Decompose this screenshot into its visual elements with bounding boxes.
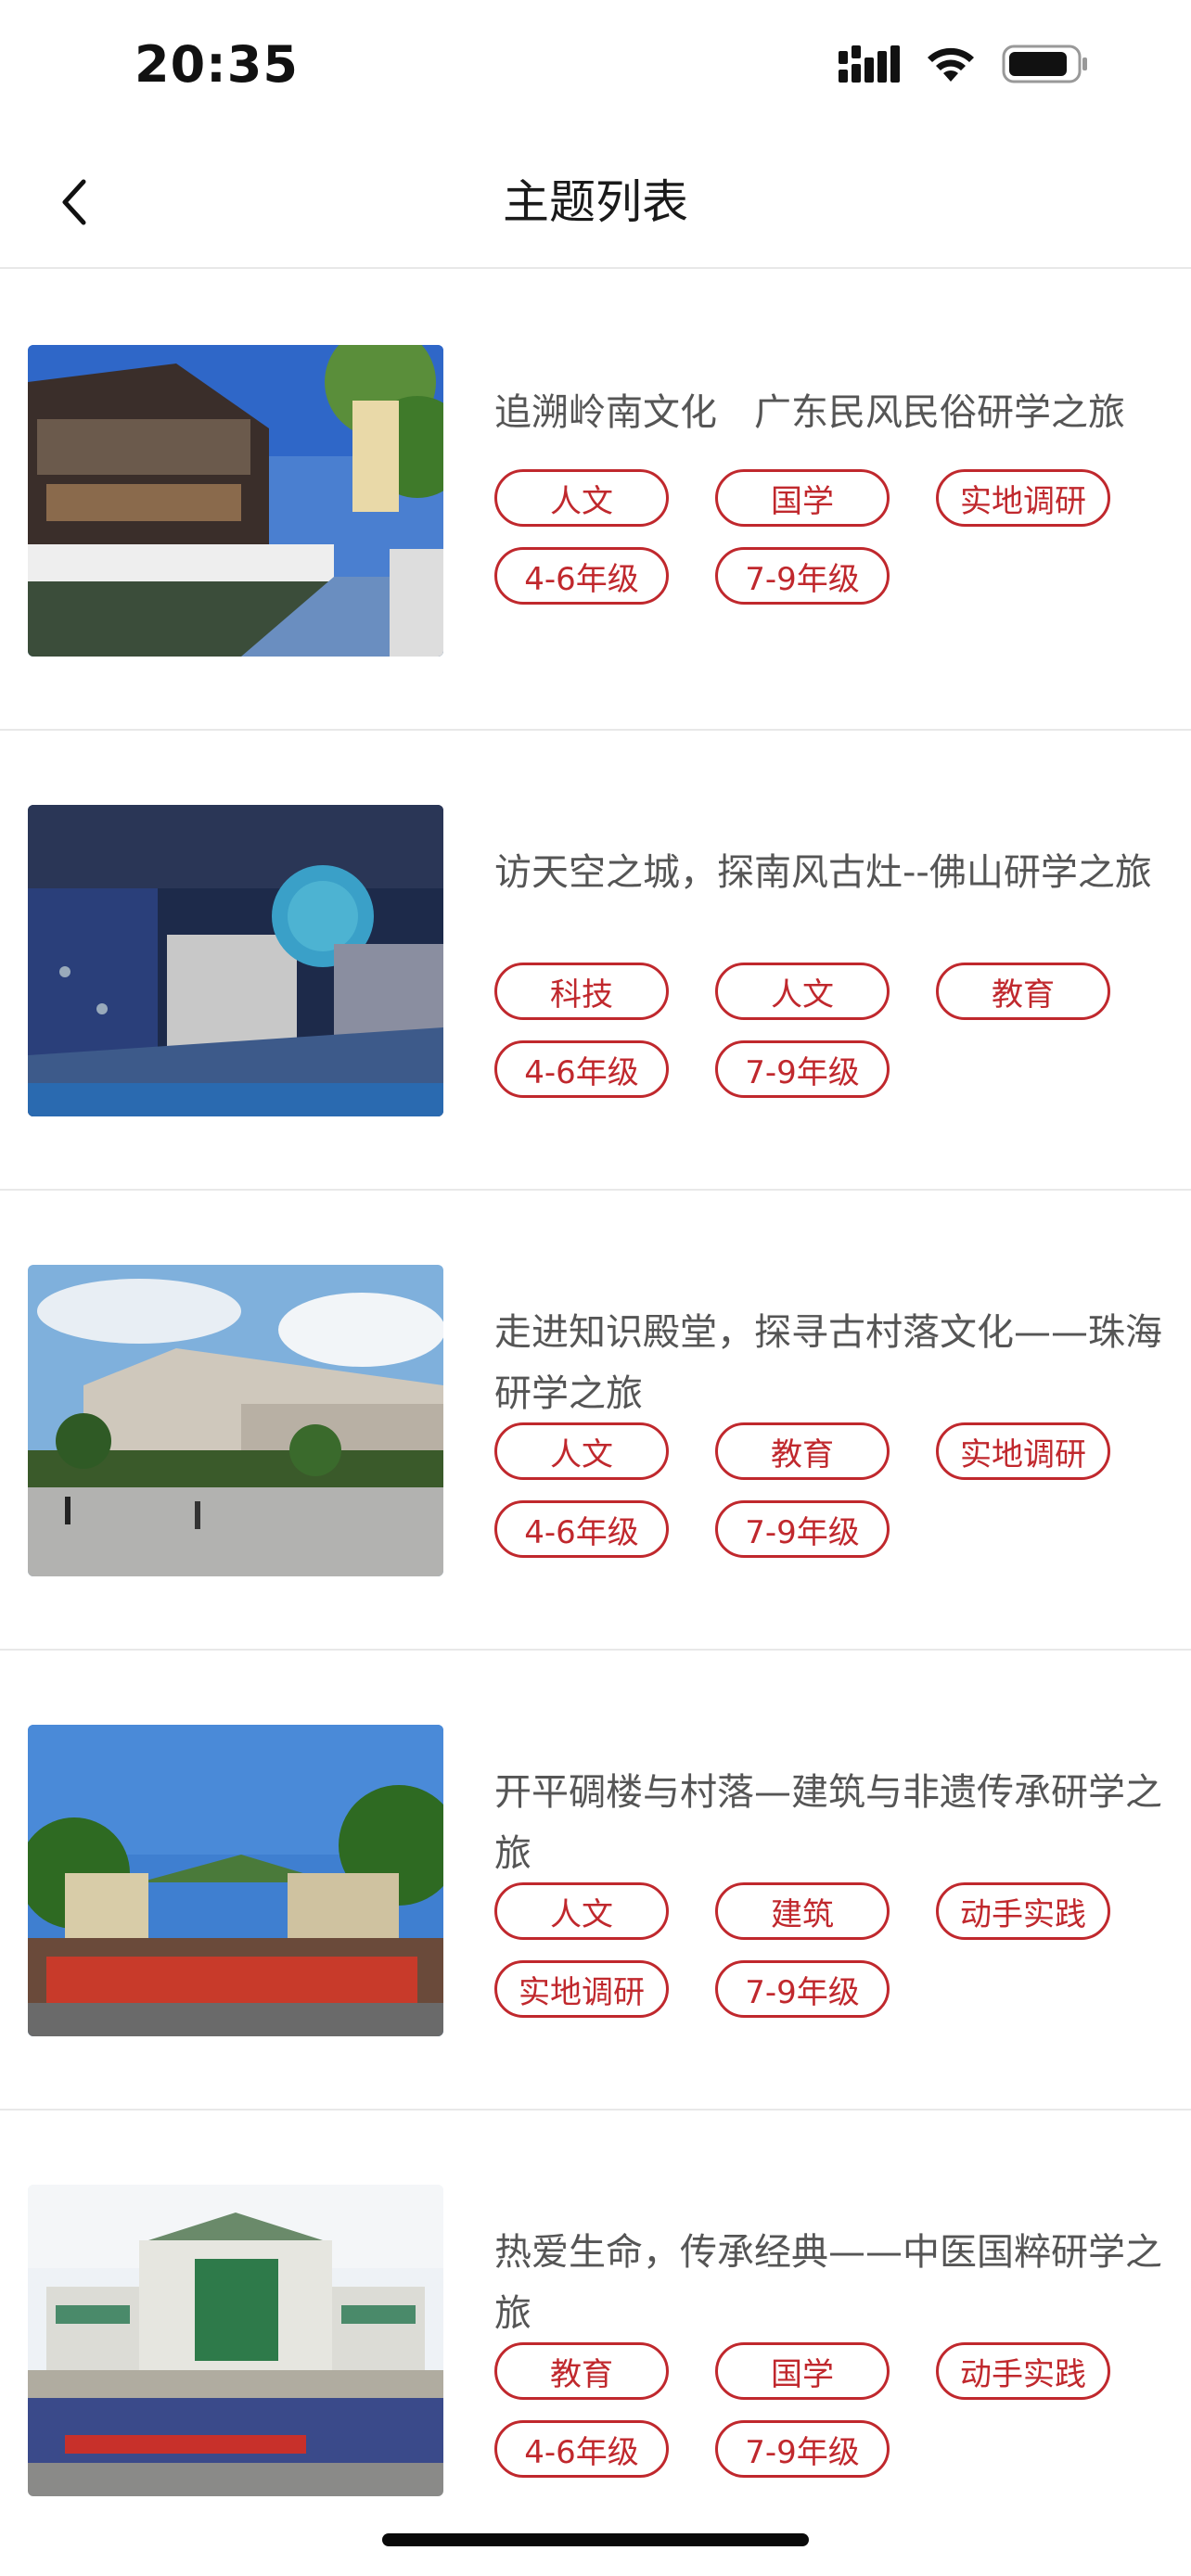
topic-title: 开平碉楼与村落—建筑与非遗传承研学之旅 [494, 1771, 1162, 1875]
wifi-icon [928, 47, 974, 82]
tag[interactable]: 4-6年级 [494, 547, 669, 605]
tag[interactable]: 国学 [715, 2342, 890, 2400]
tag[interactable]: 4-6年级 [494, 1500, 669, 1558]
tag[interactable]: 国学 [715, 469, 890, 527]
topic-card[interactable]: 追溯岭南文化 广东民风民俗研学之旅 人文 国学 实地调研 4-6年级 7-9年级 [0, 271, 1191, 731]
battery-icon [1002, 45, 1087, 83]
tag[interactable]: 实地调研 [936, 1422, 1110, 1480]
tag[interactable]: 7-9年级 [715, 1960, 890, 2018]
tag[interactable]: 人文 [494, 1882, 669, 1940]
topic-title: 走进知识殿堂，探寻古村落文化——珠海研学之旅 [494, 1311, 1162, 1415]
topic-title: 追溯岭南文化 广东民风民俗研学之旅 [494, 391, 1125, 434]
tag-list: 教育 国学 动手实践 4-6年级 7-9年级 [494, 2342, 1144, 2478]
navigation-bar: 主题列表 [0, 139, 1191, 269]
topic-card[interactable]: 访天空之城，探南风古灶--佛山研学之旅 科技 人文 教育 4-6年级 7-9年级 [0, 731, 1191, 1191]
tag[interactable]: 7-9年级 [715, 1040, 890, 1098]
topic-title: 热爱生命，传承经典——中医国粹研学之旅 [494, 2231, 1162, 2335]
topic-card[interactable]: 热爱生命，传承经典——中医国粹研学之旅 教育 国学 动手实践 4-6年级 7-9… [0, 2111, 1191, 2570]
tag-list: 科技 人文 教育 4-6年级 7-9年级 [494, 963, 1144, 1098]
page-title: 主题列表 [503, 175, 688, 229]
tag-list: 人文 国学 实地调研 4-6年级 7-9年级 [494, 469, 1144, 605]
tag[interactable]: 科技 [494, 963, 669, 1020]
tag[interactable]: 实地调研 [936, 469, 1110, 527]
tag[interactable]: 教育 [494, 2342, 669, 2400]
topic-thumbnail [28, 1725, 443, 2036]
topic-thumbnail [28, 2185, 443, 2496]
topic-list: 追溯岭南文化 广东民风民俗研学之旅 人文 国学 实地调研 4-6年级 7-9年级 [0, 271, 1191, 2570]
topic-card[interactable]: 开平碉楼与村落—建筑与非遗传承研学之旅 人文 建筑 动手实践 实地调研 7-9年… [0, 1651, 1191, 2111]
tag[interactable]: 动手实践 [936, 1882, 1110, 1940]
cellular-signal-icon [839, 45, 900, 83]
tag[interactable]: 人文 [715, 963, 890, 1020]
status-time: 20:35 [134, 35, 299, 94]
tag[interactable]: 教育 [936, 963, 1110, 1020]
tag[interactable]: 7-9年级 [715, 1500, 890, 1558]
home-indicator [382, 2533, 809, 2546]
tag[interactable]: 7-9年级 [715, 2420, 890, 2478]
tag-list: 人文 教育 实地调研 4-6年级 7-9年级 [494, 1422, 1144, 1558]
tag[interactable]: 教育 [715, 1422, 890, 1480]
tag-list: 人文 建筑 动手实践 实地调研 7-9年级 [494, 1882, 1144, 2018]
topic-card[interactable]: 走进知识殿堂，探寻古村落文化——珠海研学之旅 人文 教育 实地调研 4-6年级 … [0, 1191, 1191, 1651]
status-icons [839, 45, 1089, 83]
topic-title: 访天空之城，探南风古灶--佛山研学之旅 [494, 851, 1152, 894]
tag[interactable]: 7-9年级 [715, 547, 890, 605]
tag[interactable]: 建筑 [715, 1882, 890, 1940]
topic-thumbnail [28, 1265, 443, 1576]
tag[interactable]: 实地调研 [494, 1960, 669, 2018]
tag[interactable]: 动手实践 [936, 2342, 1110, 2400]
topic-thumbnail [28, 805, 443, 1116]
tag[interactable]: 4-6年级 [494, 2420, 669, 2478]
topic-thumbnail [28, 345, 443, 657]
tag[interactable]: 4-6年级 [494, 1040, 669, 1098]
tag[interactable]: 人文 [494, 1422, 669, 1480]
status-bar: 20:35 [0, 0, 1191, 139]
tag[interactable]: 人文 [494, 469, 669, 527]
